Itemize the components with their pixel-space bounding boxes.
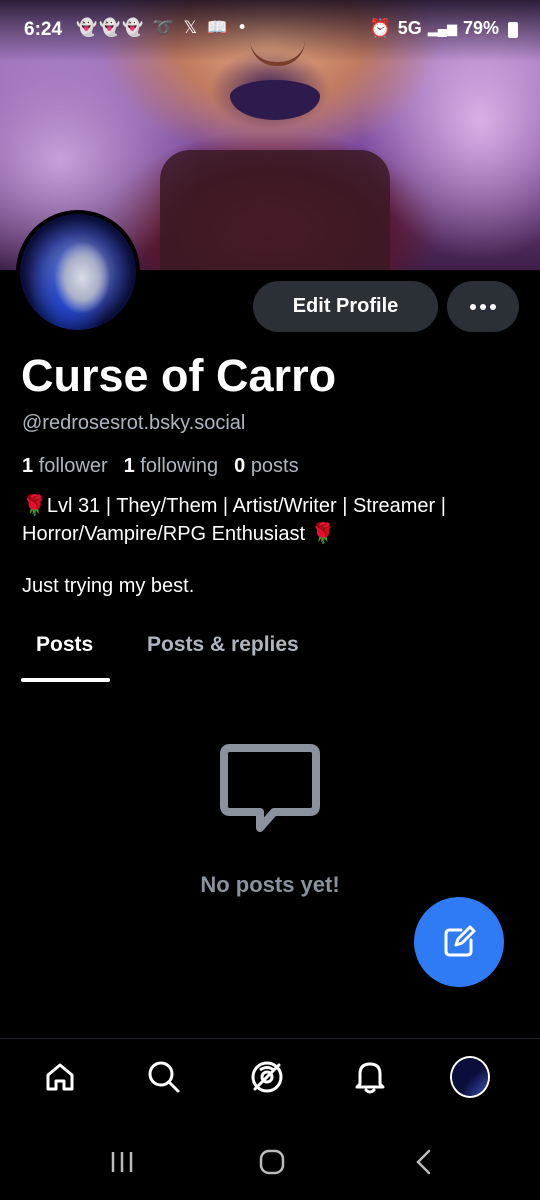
avatar-image	[20, 214, 136, 330]
status-bar: 6:24 👻👻👻 ➰ 𝕏 📖 • ⏰ 5G ▂▄▆ 79%	[0, 0, 540, 62]
nav-feeds[interactable]	[247, 1057, 287, 1097]
posts-count: 0	[234, 455, 246, 477]
profile-avatar-small	[450, 1056, 490, 1098]
feeds-icon	[251, 1061, 283, 1093]
bottom-navigation	[0, 1038, 540, 1114]
profile-handle: @redrosesrot.bsky.social	[22, 412, 246, 434]
compose-button[interactable]	[414, 897, 504, 987]
alarm-icon: ⏰	[369, 18, 392, 38]
banner-art-detail	[230, 80, 320, 120]
nav-profile[interactable]	[450, 1056, 490, 1098]
edit-profile-button[interactable]: Edit Profile	[253, 281, 438, 332]
following-count: 1	[123, 455, 135, 477]
compose-icon	[444, 925, 476, 957]
back-icon[interactable]	[410, 1148, 438, 1176]
posts-stat: 0 posts	[234, 455, 299, 478]
signal-icon: ▂▄▆	[427, 20, 457, 36]
bio-line: 🌹Lvl 31 | They/Them | Artist/Writer | St…	[22, 495, 446, 545]
system-navigation-bar	[0, 1130, 540, 1200]
profile-stats: 1 follower 1 following 0 posts	[22, 455, 299, 478]
message-bubble-icon	[220, 744, 320, 832]
status-right: ⏰ 5G ▂▄▆ 79%	[369, 18, 518, 39]
nav-home[interactable]	[40, 1057, 80, 1097]
battery-icon	[508, 21, 518, 38]
notifications-icon	[355, 1062, 385, 1094]
network-label: 5G	[397, 18, 422, 38]
recent-apps-icon[interactable]	[108, 1148, 136, 1176]
bio-line: Just trying my best.	[22, 575, 195, 597]
followers-label: follower	[38, 455, 108, 477]
home-icon	[46, 1063, 74, 1091]
posts-label: posts	[250, 455, 299, 477]
more-horizontal-icon	[470, 303, 496, 310]
profile-avatar[interactable]	[16, 210, 140, 334]
followers-count: 1	[22, 455, 34, 477]
following-label: following	[140, 455, 219, 477]
profile-tabs: Posts Posts & replies	[0, 625, 540, 685]
more-options-button[interactable]	[447, 281, 519, 332]
home-button-icon[interactable]	[258, 1148, 286, 1176]
status-time: 6:24	[24, 19, 63, 40]
profile-bio: 🌹Lvl 31 | They/Them | Artist/Writer | St…	[22, 492, 522, 624]
tab-posts[interactable]: Posts	[36, 633, 93, 657]
active-tab-indicator	[21, 678, 110, 682]
tab-posts-and-replies[interactable]: Posts & replies	[147, 633, 299, 657]
battery-level: 79%	[462, 18, 499, 38]
followers-link[interactable]: 1 follower	[22, 455, 108, 478]
empty-state-text: No posts yet!	[200, 872, 340, 897]
display-name: Curse of Carro	[21, 350, 337, 401]
nav-notifications[interactable]	[350, 1057, 390, 1097]
notification-icons: 👻👻👻 ➰ 𝕏 📖 •	[76, 18, 250, 38]
search-icon	[148, 1061, 180, 1093]
following-link[interactable]: 1 following	[124, 455, 219, 478]
nav-search[interactable]	[144, 1057, 184, 1097]
banner-art-detail	[160, 150, 390, 270]
